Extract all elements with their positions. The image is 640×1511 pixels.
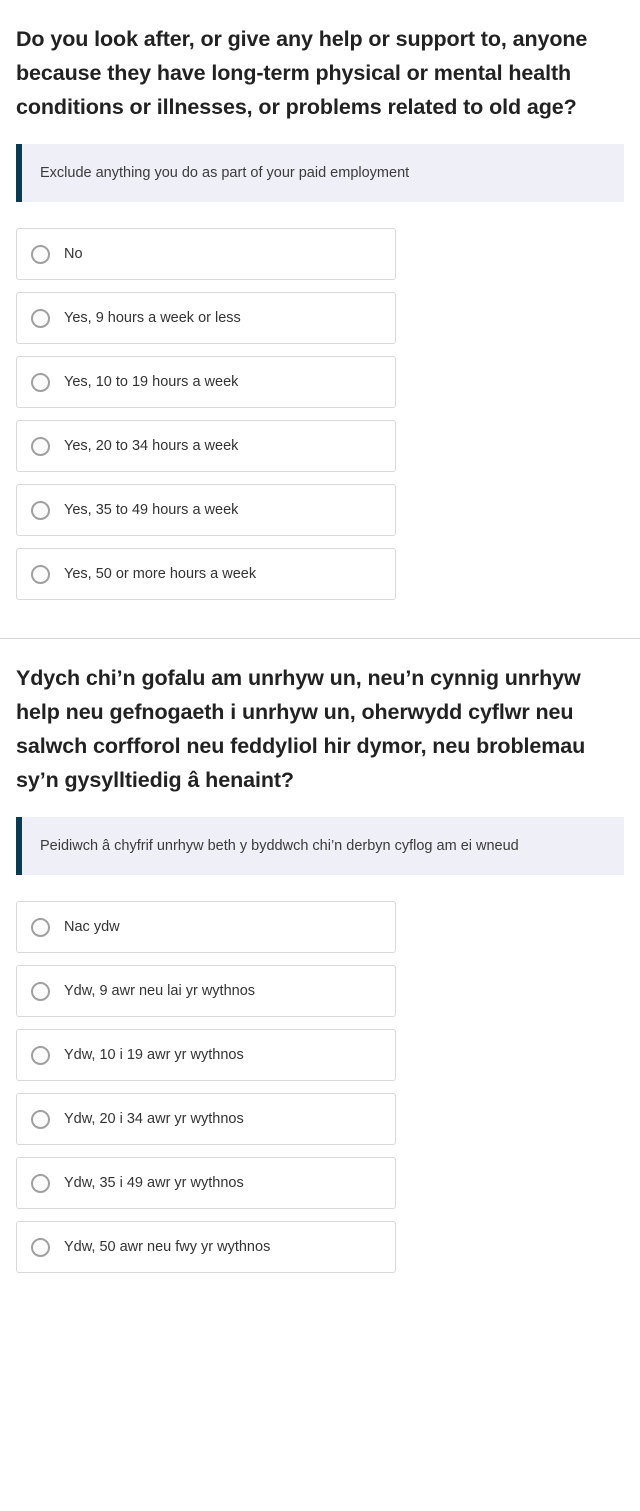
radio-circle-icon[interactable] — [31, 500, 50, 520]
radio-circle-icon[interactable] — [31, 1173, 50, 1193]
radio-option-label: Ydw, 50 awr neu fwy yr wythnos — [64, 1239, 271, 1255]
radio-circle-icon[interactable] — [31, 372, 50, 392]
radio-option-welsh-0[interactable]: Nac ydw — [16, 901, 396, 953]
radio-option-label: Ydw, 9 awr neu lai yr wythnos — [64, 983, 256, 999]
radio-option-label: Ydw, 10 i 19 awr yr wythnos — [64, 1047, 244, 1063]
radio-circle-icon[interactable] — [31, 1045, 50, 1065]
radio-option-english-0[interactable]: No — [16, 228, 396, 280]
radio-option-english-1[interactable]: Yes, 9 hours a week or less — [16, 292, 396, 344]
radio-option-label: Yes, 10 to 19 hours a week — [64, 374, 239, 390]
radio-circle-icon[interactable] — [31, 917, 50, 937]
question-block-english: Do you look after, or give any help or s… — [0, 0, 640, 600]
radio-circle-icon[interactable] — [31, 981, 50, 1001]
radio-option-welsh-3[interactable]: Ydw, 20 i 34 awr yr wythnos — [16, 1093, 396, 1145]
radio-option-label: No — [64, 246, 83, 262]
radio-option-english-5[interactable]: Yes, 50 or more hours a week — [16, 548, 396, 600]
radio-group-welsh: Nac ydw Ydw, 9 awr neu lai yr wythnos Yd… — [0, 901, 640, 1273]
radio-option-english-4[interactable]: Yes, 35 to 49 hours a week — [16, 484, 396, 536]
radio-circle-icon[interactable] — [31, 564, 50, 584]
radio-option-english-2[interactable]: Yes, 10 to 19 hours a week — [16, 356, 396, 408]
radio-circle-icon[interactable] — [31, 244, 50, 264]
hint-text-english: Exclude anything you do as part of your … — [40, 165, 410, 181]
radio-option-welsh-2[interactable]: Ydw, 10 i 19 awr yr wythnos — [16, 1029, 396, 1081]
radio-option-welsh-1[interactable]: Ydw, 9 awr neu lai yr wythnos — [16, 965, 396, 1017]
survey-page: Do you look after, or give any help or s… — [0, 0, 640, 1313]
radio-option-label: Yes, 9 hours a week or less — [64, 310, 241, 326]
radio-option-label: Yes, 20 to 34 hours a week — [64, 438, 239, 454]
radio-option-label: Nac ydw — [64, 919, 120, 935]
radio-circle-icon[interactable] — [31, 436, 50, 456]
hint-text-welsh: Peidiwch â chyfrif unrhyw beth y byddwch… — [40, 838, 519, 854]
question-heading-english: Do you look after, or give any help or s… — [16, 27, 588, 119]
radio-group-english: No Yes, 9 hours a week or less Yes, 10 t… — [0, 228, 640, 600]
question-block-welsh: Ydych chi’n gofalu am unrhyw un, neu’n c… — [0, 639, 640, 1273]
radio-circle-icon[interactable] — [31, 308, 50, 328]
hint-callout-english: Exclude anything you do as part of your … — [16, 144, 624, 202]
bottom-spacer — [0, 1273, 640, 1313]
radio-circle-icon[interactable] — [31, 1109, 50, 1129]
hint-callout-welsh: Peidiwch â chyfrif unrhyw beth y byddwch… — [16, 817, 624, 875]
radio-option-english-3[interactable]: Yes, 20 to 34 hours a week — [16, 420, 396, 472]
radio-option-label: Yes, 50 or more hours a week — [64, 566, 257, 582]
radio-option-label: Yes, 35 to 49 hours a week — [64, 502, 239, 518]
radio-option-welsh-5[interactable]: Ydw, 50 awr neu fwy yr wythnos — [16, 1221, 396, 1273]
radio-option-label: Ydw, 20 i 34 awr yr wythnos — [64, 1111, 244, 1127]
radio-option-label: Ydw, 35 i 49 awr yr wythnos — [64, 1175, 244, 1191]
question-heading-welsh: Ydych chi’n gofalu am unrhyw un, neu’n c… — [16, 666, 586, 792]
radio-option-welsh-4[interactable]: Ydw, 35 i 49 awr yr wythnos — [16, 1157, 396, 1209]
radio-circle-icon[interactable] — [31, 1237, 50, 1257]
